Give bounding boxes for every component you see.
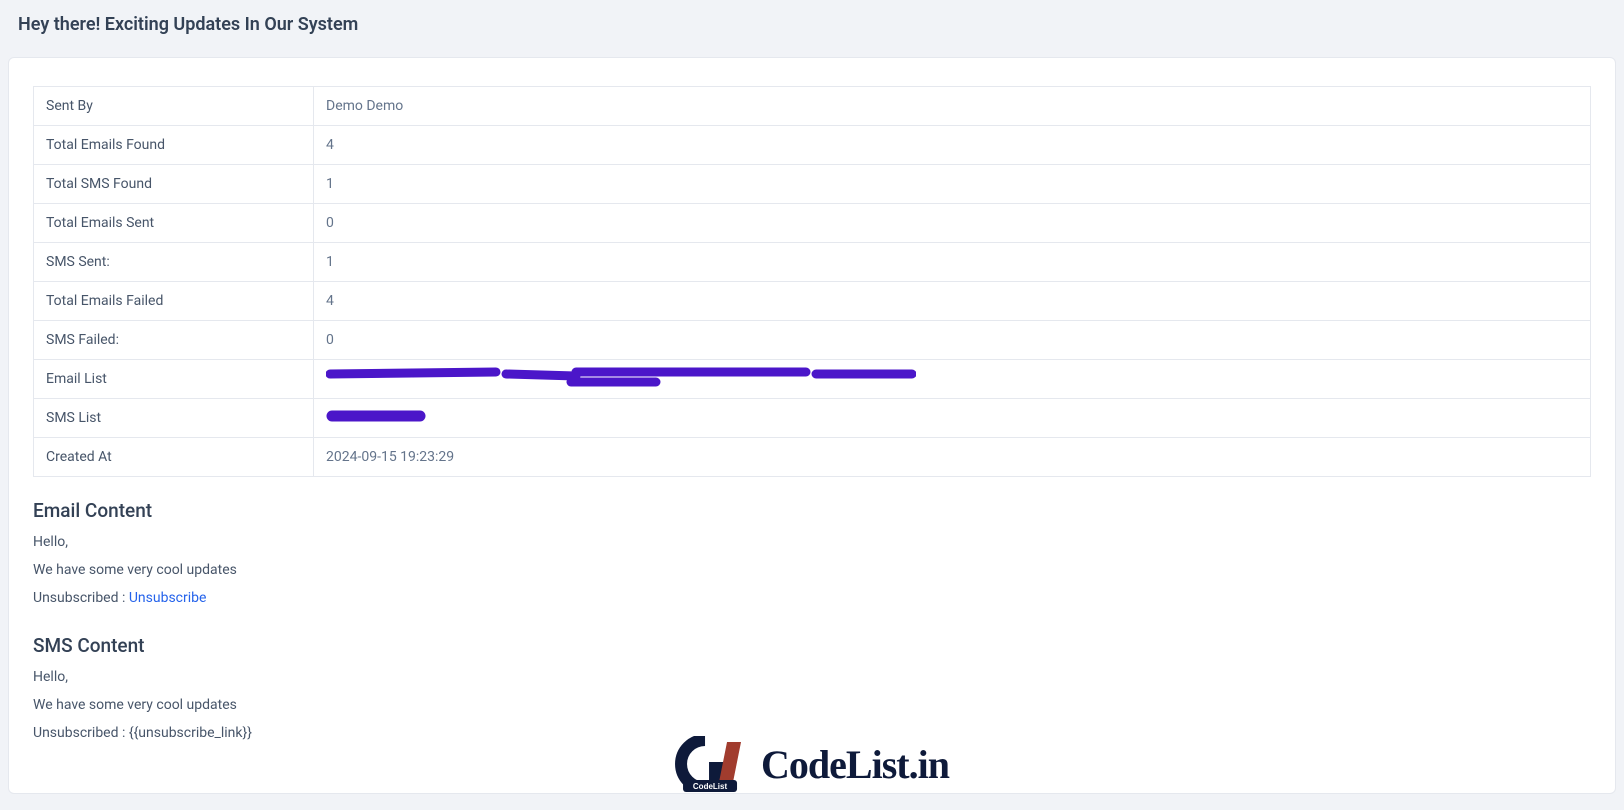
value-sent-by: Demo Demo bbox=[314, 87, 1591, 126]
sms-content-heading: SMS Content bbox=[33, 634, 1591, 657]
label-sms-sent: SMS Sent: bbox=[34, 243, 314, 282]
email-content-greeting: Hello, bbox=[33, 534, 1591, 550]
value-total-emails-sent: 0 bbox=[314, 204, 1591, 243]
label-sms-failed: SMS Failed: bbox=[34, 321, 314, 360]
table-row: SMS List bbox=[34, 399, 1591, 438]
label-total-sms-found: Total SMS Found bbox=[34, 165, 314, 204]
value-sms-failed: 0 bbox=[314, 321, 1591, 360]
redacted-icon bbox=[326, 366, 916, 392]
sms-content-greeting: Hello, bbox=[33, 669, 1591, 685]
sms-content-body: We have some very cool updates bbox=[33, 697, 1591, 713]
value-sms-list bbox=[314, 399, 1591, 438]
email-content-unsub-line: Unsubscribed : Unsubscribe bbox=[33, 590, 1591, 606]
label-created-at: Created At bbox=[34, 438, 314, 477]
email-unsub-prefix: Unsubscribed : bbox=[33, 590, 129, 606]
table-row: SMS Sent: 1 bbox=[34, 243, 1591, 282]
label-sms-list: SMS List bbox=[34, 399, 314, 438]
label-email-list: Email List bbox=[34, 360, 314, 399]
table-row: Email List bbox=[34, 360, 1591, 399]
unsubscribe-link[interactable]: Unsubscribe bbox=[129, 590, 207, 606]
detail-card: Sent By Demo Demo Total Emails Found 4 T… bbox=[8, 57, 1616, 794]
details-table: Sent By Demo Demo Total Emails Found 4 T… bbox=[33, 86, 1591, 477]
table-row: Total Emails Sent 0 bbox=[34, 204, 1591, 243]
value-email-list bbox=[314, 360, 1591, 399]
label-total-emails-failed: Total Emails Failed bbox=[34, 282, 314, 321]
label-total-emails-found: Total Emails Found bbox=[34, 126, 314, 165]
table-row: Created At 2024-09-15 19:23:29 bbox=[34, 438, 1591, 477]
table-row: SMS Failed: 0 bbox=[34, 321, 1591, 360]
page-title: Hey there! Exciting Updates In Our Syste… bbox=[0, 0, 1624, 49]
value-created-at: 2024-09-15 19:23:29 bbox=[314, 438, 1591, 477]
value-total-sms-found: 1 bbox=[314, 165, 1591, 204]
sms-content-unsub-line: Unsubscribed : {{unsubscribe_link}} bbox=[33, 725, 1591, 741]
value-total-emails-failed: 4 bbox=[314, 282, 1591, 321]
table-row: Total Emails Found 4 bbox=[34, 126, 1591, 165]
redacted-icon bbox=[326, 413, 426, 429]
email-content-section: Email Content Hello, We have some very c… bbox=[33, 499, 1591, 606]
label-sent-by: Sent By bbox=[34, 87, 314, 126]
table-row: Total SMS Found 1 bbox=[34, 165, 1591, 204]
email-content-body: We have some very cool updates bbox=[33, 562, 1591, 578]
email-content-heading: Email Content bbox=[33, 499, 1591, 522]
table-row: Sent By Demo Demo bbox=[34, 87, 1591, 126]
value-sms-sent: 1 bbox=[314, 243, 1591, 282]
value-total-emails-found: 4 bbox=[314, 126, 1591, 165]
table-row: Total Emails Failed 4 bbox=[34, 282, 1591, 321]
label-total-emails-sent: Total Emails Sent bbox=[34, 204, 314, 243]
sms-content-section: SMS Content Hello, We have some very coo… bbox=[33, 634, 1591, 741]
